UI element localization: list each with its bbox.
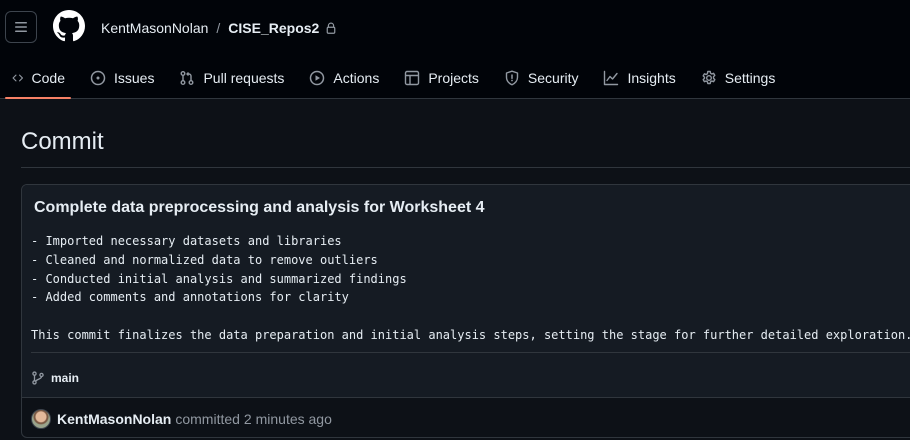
commit-message-line bbox=[31, 307, 910, 326]
tab-security[interactable]: Security bbox=[492, 58, 591, 98]
hamburger-icon bbox=[15, 22, 27, 32]
tab-label: Actions bbox=[333, 70, 380, 86]
tab-code[interactable]: Code bbox=[0, 58, 77, 99]
graph-icon bbox=[604, 70, 619, 86]
commit-header: Complete data preprocessing and analysis… bbox=[22, 185, 910, 397]
tab-label: Settings bbox=[724, 70, 776, 86]
tab-insights[interactable]: Insights bbox=[591, 58, 687, 98]
tab-projects[interactable]: Projects bbox=[392, 58, 491, 98]
tab-pull-requests[interactable]: Pull requests bbox=[167, 58, 296, 98]
lock-icon bbox=[325, 22, 337, 34]
tab-label: Projects bbox=[428, 70, 479, 86]
repo-tabs: Code Issues Pull requests Actions Projec… bbox=[0, 58, 788, 99]
commit-title: Complete data preprocessing and analysis… bbox=[34, 199, 485, 216]
breadcrumb: KentMasonNolan / CISE_Repos2 bbox=[101, 18, 337, 38]
tab-issues[interactable]: Issues bbox=[78, 58, 166, 98]
git-branch-icon bbox=[32, 371, 44, 385]
play-icon bbox=[310, 70, 325, 86]
repo-owner-link[interactable]: KentMasonNolan bbox=[101, 20, 208, 36]
menu-button[interactable] bbox=[5, 11, 37, 43]
commit-message-line: - Imported necessary datasets and librar… bbox=[31, 234, 342, 248]
tab-label: Pull requests bbox=[203, 70, 285, 86]
author-name-link[interactable]: KentMasonNolan bbox=[57, 411, 171, 427]
commit-message-body: - Imported necessary datasets and librar… bbox=[31, 232, 910, 345]
tab-label: Security bbox=[527, 70, 579, 86]
commit-message-line: - Conducted initial analysis and summari… bbox=[31, 271, 407, 286]
repo-name-link[interactable]: CISE_Repos2 bbox=[228, 20, 319, 36]
commit-message-line: - Added comments and annotations for cla… bbox=[31, 290, 349, 305]
divider bbox=[31, 352, 910, 353]
shield-icon bbox=[505, 70, 519, 86]
page-title: Commit bbox=[21, 128, 104, 155]
git-pull-request-icon bbox=[180, 71, 194, 85]
avatar[interactable] bbox=[31, 408, 51, 429]
issue-opened-icon bbox=[90, 70, 106, 86]
branch-name: main bbox=[51, 371, 80, 385]
code-icon bbox=[12, 74, 24, 82]
github-logo-icon[interactable] bbox=[53, 10, 85, 42]
divider bbox=[21, 167, 910, 168]
top-bar: KentMasonNolan / CISE_Repos2 bbox=[0, 0, 910, 56]
commit-message-line: This commit finalizes the data preparati… bbox=[31, 327, 910, 342]
app-header: KentMasonNolan / CISE_Repos2 Code Issues bbox=[0, 0, 910, 99]
breadcrumb-separator: / bbox=[216, 20, 221, 36]
tab-label: Code bbox=[31, 70, 65, 86]
tab-settings[interactable]: Settings bbox=[689, 58, 788, 98]
table-icon bbox=[405, 70, 420, 86]
branch-link[interactable]: main bbox=[31, 371, 79, 385]
tab-label: Insights bbox=[627, 70, 676, 86]
commit-action-text: committed bbox=[175, 410, 240, 427]
commit-box: Complete data preprocessing and analysis… bbox=[21, 184, 910, 438]
commit-author-row: KentMasonNolan committed 2 minutes ago bbox=[22, 397, 910, 437]
tab-label: Issues bbox=[114, 70, 155, 86]
commit-message-line: - Cleaned and normalized data to remove … bbox=[31, 252, 378, 267]
gear-icon bbox=[702, 70, 716, 85]
tab-actions[interactable]: Actions bbox=[297, 58, 391, 98]
commit-time[interactable]: 2 minutes ago bbox=[244, 411, 332, 427]
